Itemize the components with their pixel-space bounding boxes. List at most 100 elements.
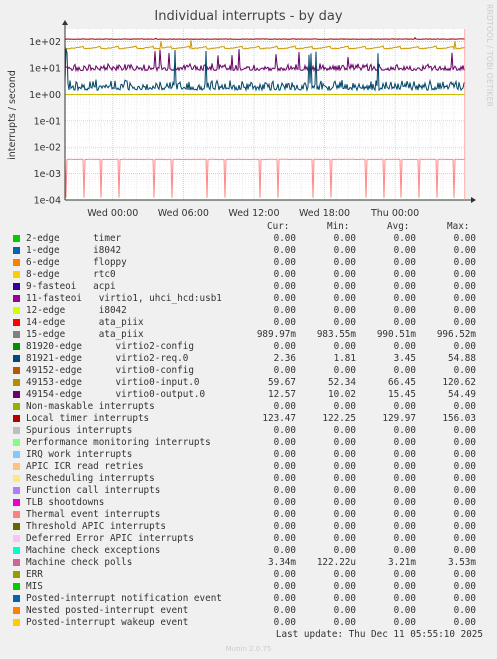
x-tick-label: Wed 06:00 — [158, 208, 209, 219]
x-tick-label: Wed 00:00 — [87, 208, 138, 219]
legend-label: APIC ICR read retries — [26, 461, 144, 472]
legend-max: 0.00 — [453, 545, 476, 556]
legend-swatch — [13, 247, 20, 254]
legend-row: 49154-edge virtio0-output.0 12.57 10.02 15.… — [0, 389, 497, 401]
legend-row: Deferred Error APIC interrupts 0.00 0.00 0.… — [0, 533, 497, 545]
legend-label: Performance monitoring interrupts — [26, 437, 211, 448]
legend-swatch — [13, 367, 20, 374]
legend-max: 0.00 — [453, 365, 476, 376]
legend-label: Rescheduling interrupts — [26, 473, 155, 484]
legend-label: Spurious interrupts — [26, 425, 133, 436]
legend-row: IRQ work interrupts 0.00 0.00 0.00 0.00 — [0, 449, 497, 461]
legend-max: 54.88 — [448, 353, 476, 364]
x-tick-label: Wed 12:00 — [228, 208, 279, 219]
header-avg: Avg: — [387, 221, 410, 232]
legend-max: 0.00 — [453, 593, 476, 604]
legend-max: 0.00 — [453, 401, 476, 412]
legend-max: 0.00 — [453, 233, 476, 244]
header-cur: Cur: — [267, 221, 290, 232]
legend-row: 81920-edge virtio2-config 0.00 0.00 0.00 0.0… — [0, 341, 497, 353]
legend-swatch — [13, 535, 20, 542]
legend-max: 0.00 — [453, 293, 476, 304]
y-tick-label: 1e-02 — [34, 143, 61, 154]
legend-row: 6-edge floppy 0.00 0.00 0.00 0.00 — [0, 257, 497, 269]
legend-label: Deferred Error APIC interrupts — [26, 533, 194, 544]
legend-row: 8-edge rtc0 0.00 0.00 0.00 0.00 — [0, 269, 497, 281]
legend-row: 49153-edge virtio0-input.0 59.67 52.34 66.4… — [0, 377, 497, 389]
legend-label: 8-edge rtc0 — [26, 269, 116, 280]
legend-row: 81921-edge virtio2-req.0 2.36 1.81 3.45 54.8… — [0, 353, 497, 365]
legend-max: 996.52m — [436, 329, 476, 340]
legend-row: Non-maskable interrupts 0.00 0.00 0.00 0.00 — [0, 401, 497, 413]
legend-label: 49154-edge virtio0-output.0 — [26, 389, 206, 400]
legend-row: Machine check exceptions 0.00 0.00 0.00 0.00 — [0, 545, 497, 557]
last-update: Last update: Thu Dec 11 05:55:10 2025 — [275, 629, 483, 640]
y-tick-label: 1e+00 — [29, 90, 61, 101]
legend-row: Machine check polls 3.34m 122.22u 3.21m 3.53… — [0, 557, 497, 569]
y-tick-label: 1e+01 — [29, 63, 61, 74]
x-tick-label: Wed 18:00 — [299, 208, 350, 219]
legend-max: 0.00 — [453, 437, 476, 448]
legend-label: 12-edge i8042 — [26, 305, 127, 316]
legend-label: Local timer interrupts — [26, 413, 150, 424]
legend-row: 9-fasteoi acpi 0.00 0.00 0.00 0.00 — [0, 281, 497, 293]
legend-max: 0.00 — [453, 425, 476, 436]
legend-label: 49152-edge virtio0-config — [26, 365, 194, 376]
legend-max: 0.00 — [453, 269, 476, 280]
legend-row: Posted-interrupt wakeup event 0.00 0.00 0.0… — [0, 617, 497, 629]
legend-swatch — [13, 319, 20, 326]
legend-swatch — [13, 283, 20, 290]
legend-swatch — [13, 583, 20, 590]
legend-label: Nested posted-interrupt event — [26, 605, 189, 616]
legend-swatch — [13, 511, 20, 518]
y-tick-label: 1e+02 — [29, 37, 61, 48]
legend-swatch — [13, 451, 20, 458]
legend-max: 0.00 — [453, 281, 476, 292]
x-axis-arrow — [471, 197, 476, 203]
legend-row: Nested posted-interrupt event 0.00 0.00 0.0… — [0, 605, 497, 617]
legend-max: 0.00 — [453, 617, 476, 628]
x-tick-label: Thu 00:00 — [370, 208, 419, 219]
legend-max: 0.00 — [453, 461, 476, 472]
legend-swatch — [13, 391, 20, 398]
munin-version: Munin 2.0.75 — [225, 645, 272, 653]
legend-max: 0.00 — [453, 569, 476, 580]
legend-row: 11-fasteoi virtio1, uhci_hcd:usb1 0.00 0.0… — [0, 293, 497, 305]
y-tick-label: 1e-01 — [34, 116, 61, 127]
legend-label: Threshold APIC interrupts — [26, 521, 166, 532]
legend-swatch — [13, 559, 20, 566]
legend-label: Machine check exceptions — [26, 545, 161, 556]
legend-max: 0.00 — [453, 305, 476, 316]
legend-row: Rescheduling interrupts 0.00 0.00 0.00 0.00 — [0, 473, 497, 485]
legend-swatch — [13, 463, 20, 470]
legend-label: 81921-edge virtio2-req.0 — [26, 353, 189, 364]
legend-label: 14-edge ata_piix — [26, 317, 144, 328]
legend-swatch — [13, 271, 20, 278]
legend-row: Threshold APIC interrupts 0.00 0.00 0.00 0.0… — [0, 521, 497, 533]
legend-max: 3.53m — [448, 557, 476, 568]
header-max: Max: — [447, 221, 470, 232]
legend-label: 81920-edge virtio2-config — [26, 341, 194, 352]
legend-swatch — [13, 523, 20, 530]
y-tick-label: 1e-04 — [34, 196, 61, 207]
legend-row: Thermal event interrupts 0.00 0.00 0.00 0.00 — [0, 509, 497, 521]
legend-swatch — [13, 259, 20, 266]
legend-max: 156.03 — [442, 413, 476, 424]
legend-max: 54.49 — [448, 389, 476, 400]
legend-swatch — [13, 547, 20, 554]
legend-swatch — [13, 571, 20, 578]
legend-label: 6-edge floppy — [26, 257, 127, 268]
legend-swatch — [13, 487, 20, 494]
legend-row: Function call interrupts 0.00 0.00 0.00 0.00 — [0, 485, 497, 497]
plot-background — [65, 29, 465, 200]
legend-label: Machine check polls — [26, 557, 133, 568]
legend-label: 49153-edge virtio0-input.0 — [26, 377, 200, 388]
legend-swatch — [13, 475, 20, 482]
legend-swatch — [13, 343, 20, 350]
legend-swatch — [13, 295, 20, 302]
legend-swatch — [13, 499, 20, 506]
legend-row: Spurious interrupts 0.00 0.00 0.00 0.00 — [0, 425, 497, 437]
legend-label: MIS — [26, 581, 43, 592]
legend-swatch — [13, 415, 20, 422]
legend-max: 0.00 — [453, 581, 476, 592]
